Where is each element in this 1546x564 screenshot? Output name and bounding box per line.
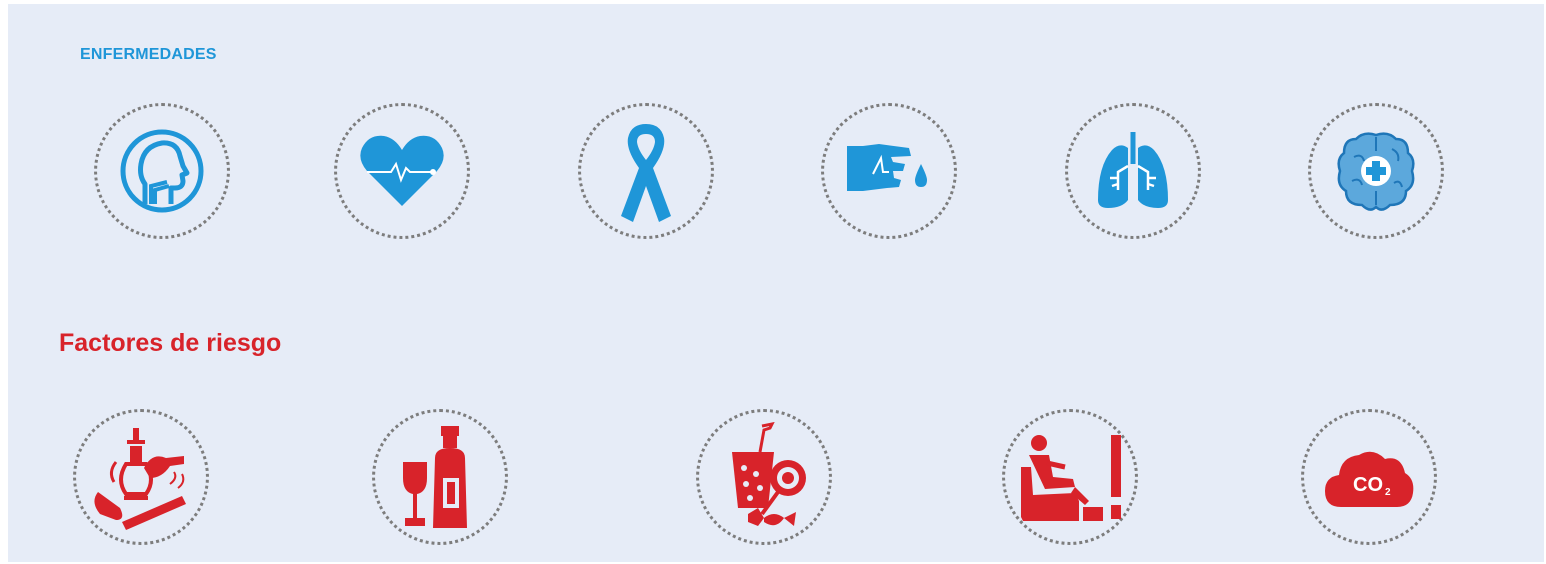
disease-diabetes[interactable] <box>821 103 957 239</box>
disease-brain[interactable] <box>1308 103 1444 239</box>
disease-lungs[interactable] <box>1065 103 1201 239</box>
finger-blood-drop-icon <box>847 144 927 191</box>
risk-sugar[interactable] <box>696 409 832 545</box>
co2-cloud-icon: CO 2 <box>1325 451 1414 507</box>
heart-pulse-icon <box>360 135 444 206</box>
alcohol-bottle-glass-icon <box>403 426 467 528</box>
disease-respiratory[interactable] <box>94 103 230 239</box>
respiratory-head-icon <box>120 129 204 213</box>
risk-tobacco[interactable] <box>73 409 209 545</box>
sedentary-armchair-icon <box>1021 435 1121 521</box>
risk-factors-heading: Factores de riesgo <box>59 329 282 357</box>
lungs-icon <box>1098 132 1168 208</box>
disease-heart[interactable] <box>334 103 470 239</box>
content-panel: ENFERMEDADES Factores de riesgo CO 2 <box>8 4 1544 562</box>
diseases-heading: ENFERMEDADES <box>80 46 217 63</box>
risk-alcohol[interactable] <box>372 409 508 545</box>
co2-subscript: 2 <box>1385 487 1391 498</box>
brain-plus-icon <box>1337 132 1415 211</box>
tobacco-hookah-pipe-cigar-icon <box>94 428 186 530</box>
risk-sedentary[interactable] <box>1002 409 1138 545</box>
soda-candy-icon <box>732 422 806 526</box>
awareness-ribbon-icon <box>621 124 671 222</box>
disease-cancer[interactable] <box>578 103 714 239</box>
risk-co2[interactable]: CO 2 <box>1301 409 1437 545</box>
co2-label: CO <box>1353 474 1383 496</box>
